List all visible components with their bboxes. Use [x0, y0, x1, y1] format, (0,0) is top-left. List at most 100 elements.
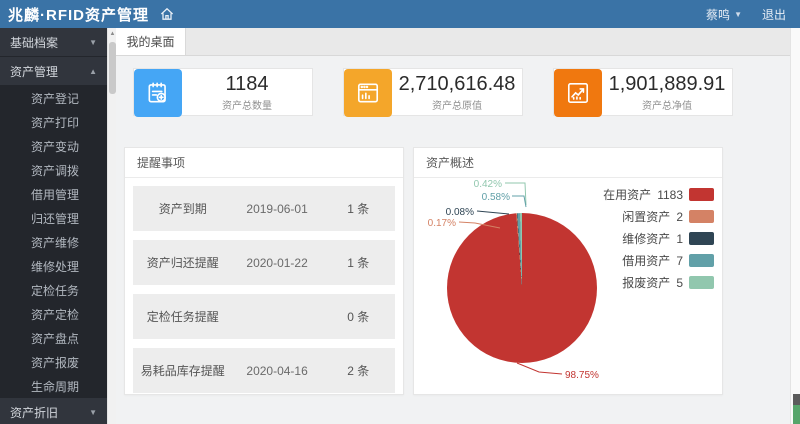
sidebar-item-asset-change[interactable]: 资产变动	[0, 134, 107, 158]
legend-value: 1183	[657, 188, 683, 202]
tab-my-desktop[interactable]: 我的桌面	[116, 28, 186, 55]
legend-label: 在用资产	[603, 186, 651, 203]
legend-swatch	[689, 276, 714, 289]
sidebar-item-asset-transfer[interactable]: 资产调拨	[0, 158, 107, 182]
panel-title: 资产概述	[414, 148, 722, 178]
sidebar-item-asset-inventory[interactable]: 资产盘点	[0, 326, 107, 350]
pie-label: 0.08%	[446, 207, 474, 218]
chevron-down-icon: ▼	[89, 38, 97, 47]
legend-item-idle[interactable]: 闲置资产 2	[603, 206, 714, 227]
legend-value: 2	[676, 210, 683, 224]
window-chart-icon	[344, 69, 392, 117]
stat-cards: 1184 资产总数量	[133, 68, 733, 116]
stat-label: 资产总净值	[642, 97, 692, 112]
legend-item-scrapped[interactable]: 报废资产 5	[603, 272, 714, 293]
app-header: 兆麟·RFID资产管理 蔡鸣 ▼ 退出	[0, 0, 800, 28]
legend-swatch	[689, 232, 714, 245]
stat-label: 资产总原值	[432, 97, 482, 112]
reminder-row[interactable]: 资产到期 2019-06-01 1 条	[133, 186, 395, 231]
legend-item-in-use[interactable]: 在用资产 1183	[603, 184, 714, 205]
clipboard-plus-icon	[134, 69, 182, 117]
panel-title: 提醒事项	[125, 148, 403, 178]
sidebar-item-asset-scrap[interactable]: 资产报废	[0, 350, 107, 374]
scrollbar-thumb[interactable]	[109, 42, 116, 94]
app-logo: 兆麟·RFID资产管理	[0, 4, 149, 25]
legend-item-repair[interactable]: 维修资产 1	[603, 228, 714, 249]
sidebar-submenu: 资产登记 资产打印 资产变动 资产调拨 借用管理 归还管理 资产维修 维修处理 …	[0, 86, 107, 398]
legend-label: 借用资产	[622, 252, 670, 269]
legend-item-borrowed[interactable]: 借用资产 7	[603, 250, 714, 271]
chevron-down-icon: ▼	[89, 408, 97, 417]
sidebar: 基础档案 ▼ 资产管理 ▲ 资产登记 资产打印 资产变动 资产调拨 借用管理 归…	[0, 28, 107, 424]
sidebar-group-asset-depreciation[interactable]: 资产折旧 ▼	[0, 398, 107, 424]
pie-label: 0.42%	[474, 179, 502, 190]
reminder-list: 资产到期 2019-06-01 1 条 资产归还提醒 2020-01-22 1 …	[125, 178, 403, 401]
user-menu[interactable]: 蔡鸣 ▼	[706, 6, 742, 23]
sidebar-item-return-management[interactable]: 归还管理	[0, 206, 107, 230]
reminder-count: 2 条	[322, 362, 395, 379]
scrollbar-thumb-accent[interactable]	[793, 405, 800, 424]
legend-value: 5	[676, 276, 683, 290]
home-icon[interactable]	[159, 6, 175, 22]
sidebar-item-asset-print[interactable]: 资产打印	[0, 110, 107, 134]
sidebar-item-life-cycle[interactable]: 生命周期	[0, 374, 107, 398]
legend-label: 维修资产	[622, 230, 670, 247]
reminder-row[interactable]: 定检任务提醒 0 条	[133, 294, 395, 339]
content-area: 1184 资产总数量	[116, 56, 790, 424]
main-area: 我的桌面 1184	[116, 28, 790, 424]
stat-card-total-count: 1184 资产总数量	[133, 68, 313, 116]
app-window: 兆麟·RFID资产管理 蔡鸣 ▼ 退出 基础档案 ▼ 资产管理 ▲ 资产登记 资…	[0, 0, 800, 424]
stat-value: 1,901,889.91	[609, 73, 726, 95]
pie-chart-container: 0.42% 0.58% 0.08% 0.17% 98.75% 在用资产 1183	[414, 178, 722, 395]
sidebar-item-repair-handling[interactable]: 维修处理	[0, 254, 107, 278]
reminder-name: 资产归还提醒	[133, 254, 233, 271]
reminder-count: 1 条	[322, 254, 395, 271]
stat-card-original-value: 2,710,616.48 资产总原值	[343, 68, 523, 116]
pie-label: 0.58%	[482, 192, 510, 203]
reminder-name: 易耗品库存提醒	[133, 362, 233, 379]
stat-card-net-value: 1,901,889.91 资产总净值	[553, 68, 733, 116]
sidebar-item-asset-register[interactable]: 资产登记	[0, 86, 107, 110]
logout-button[interactable]: 退出	[762, 6, 786, 23]
legend-value: 1	[676, 232, 683, 246]
legend-value: 7	[676, 254, 683, 268]
reminder-row[interactable]: 易耗品库存提醒 2020-04-16 2 条	[133, 348, 395, 393]
legend-swatch	[689, 188, 714, 201]
legend-swatch	[689, 210, 714, 223]
tab-bar: 我的桌面	[116, 28, 790, 56]
reminder-name: 资产到期	[133, 200, 233, 217]
stat-card-body: 2,710,616.48 资产总原值	[392, 69, 522, 115]
reminders-panel: 提醒事项 资产到期 2019-06-01 1 条 资产归还提醒 2020-01-…	[124, 147, 404, 395]
pie-label: 98.75%	[565, 370, 599, 381]
trend-up-icon	[554, 69, 602, 117]
reminder-row[interactable]: 资产归还提醒 2020-01-22 1 条	[133, 240, 395, 285]
page-scrollbar-right[interactable]	[790, 28, 800, 424]
reminder-count: 0 条	[322, 308, 395, 325]
chevron-down-icon: ▼	[734, 10, 742, 19]
sidebar-item-inspection-task[interactable]: 定检任务	[0, 278, 107, 302]
chart-legend: 在用资产 1183 闲置资产 2 维修资产 1	[603, 184, 714, 294]
reminder-date: 2019-06-01	[233, 202, 322, 216]
asset-overview-panel: 资产概述 0.42% 0.58% 0.08% 0.17%	[413, 147, 723, 395]
pie-label: 0.17%	[428, 218, 456, 229]
stat-label: 资产总数量	[222, 97, 272, 112]
stat-card-body: 1,901,889.91 资产总净值	[602, 69, 732, 115]
stat-value: 1184	[225, 73, 268, 95]
legend-label: 报废资产	[622, 274, 670, 291]
sidebar-item-asset-repair[interactable]: 资产维修	[0, 230, 107, 254]
sidebar-group-asset-management[interactable]: 资产管理 ▲	[0, 57, 107, 86]
sidebar-group-label: 资产折旧	[10, 404, 89, 421]
sidebar-group-basic-archives[interactable]: 基础档案 ▼	[0, 28, 107, 57]
sidebar-item-borrow-management[interactable]: 借用管理	[0, 182, 107, 206]
legend-label: 闲置资产	[622, 208, 670, 225]
content-scrollbar-left[interactable]: ▲	[107, 28, 116, 424]
stat-value: 2,710,616.48	[399, 73, 516, 95]
legend-swatch	[689, 254, 714, 267]
user-name: 蔡鸣	[706, 6, 730, 23]
pie-chart[interactable]	[447, 213, 597, 363]
sidebar-item-asset-inspection[interactable]: 资产定检	[0, 302, 107, 326]
reminder-date: 2020-04-16	[233, 364, 322, 378]
sidebar-group-label: 基础档案	[10, 34, 89, 51]
reminder-count: 1 条	[322, 200, 395, 217]
scrollbar-thumb[interactable]	[793, 394, 800, 405]
